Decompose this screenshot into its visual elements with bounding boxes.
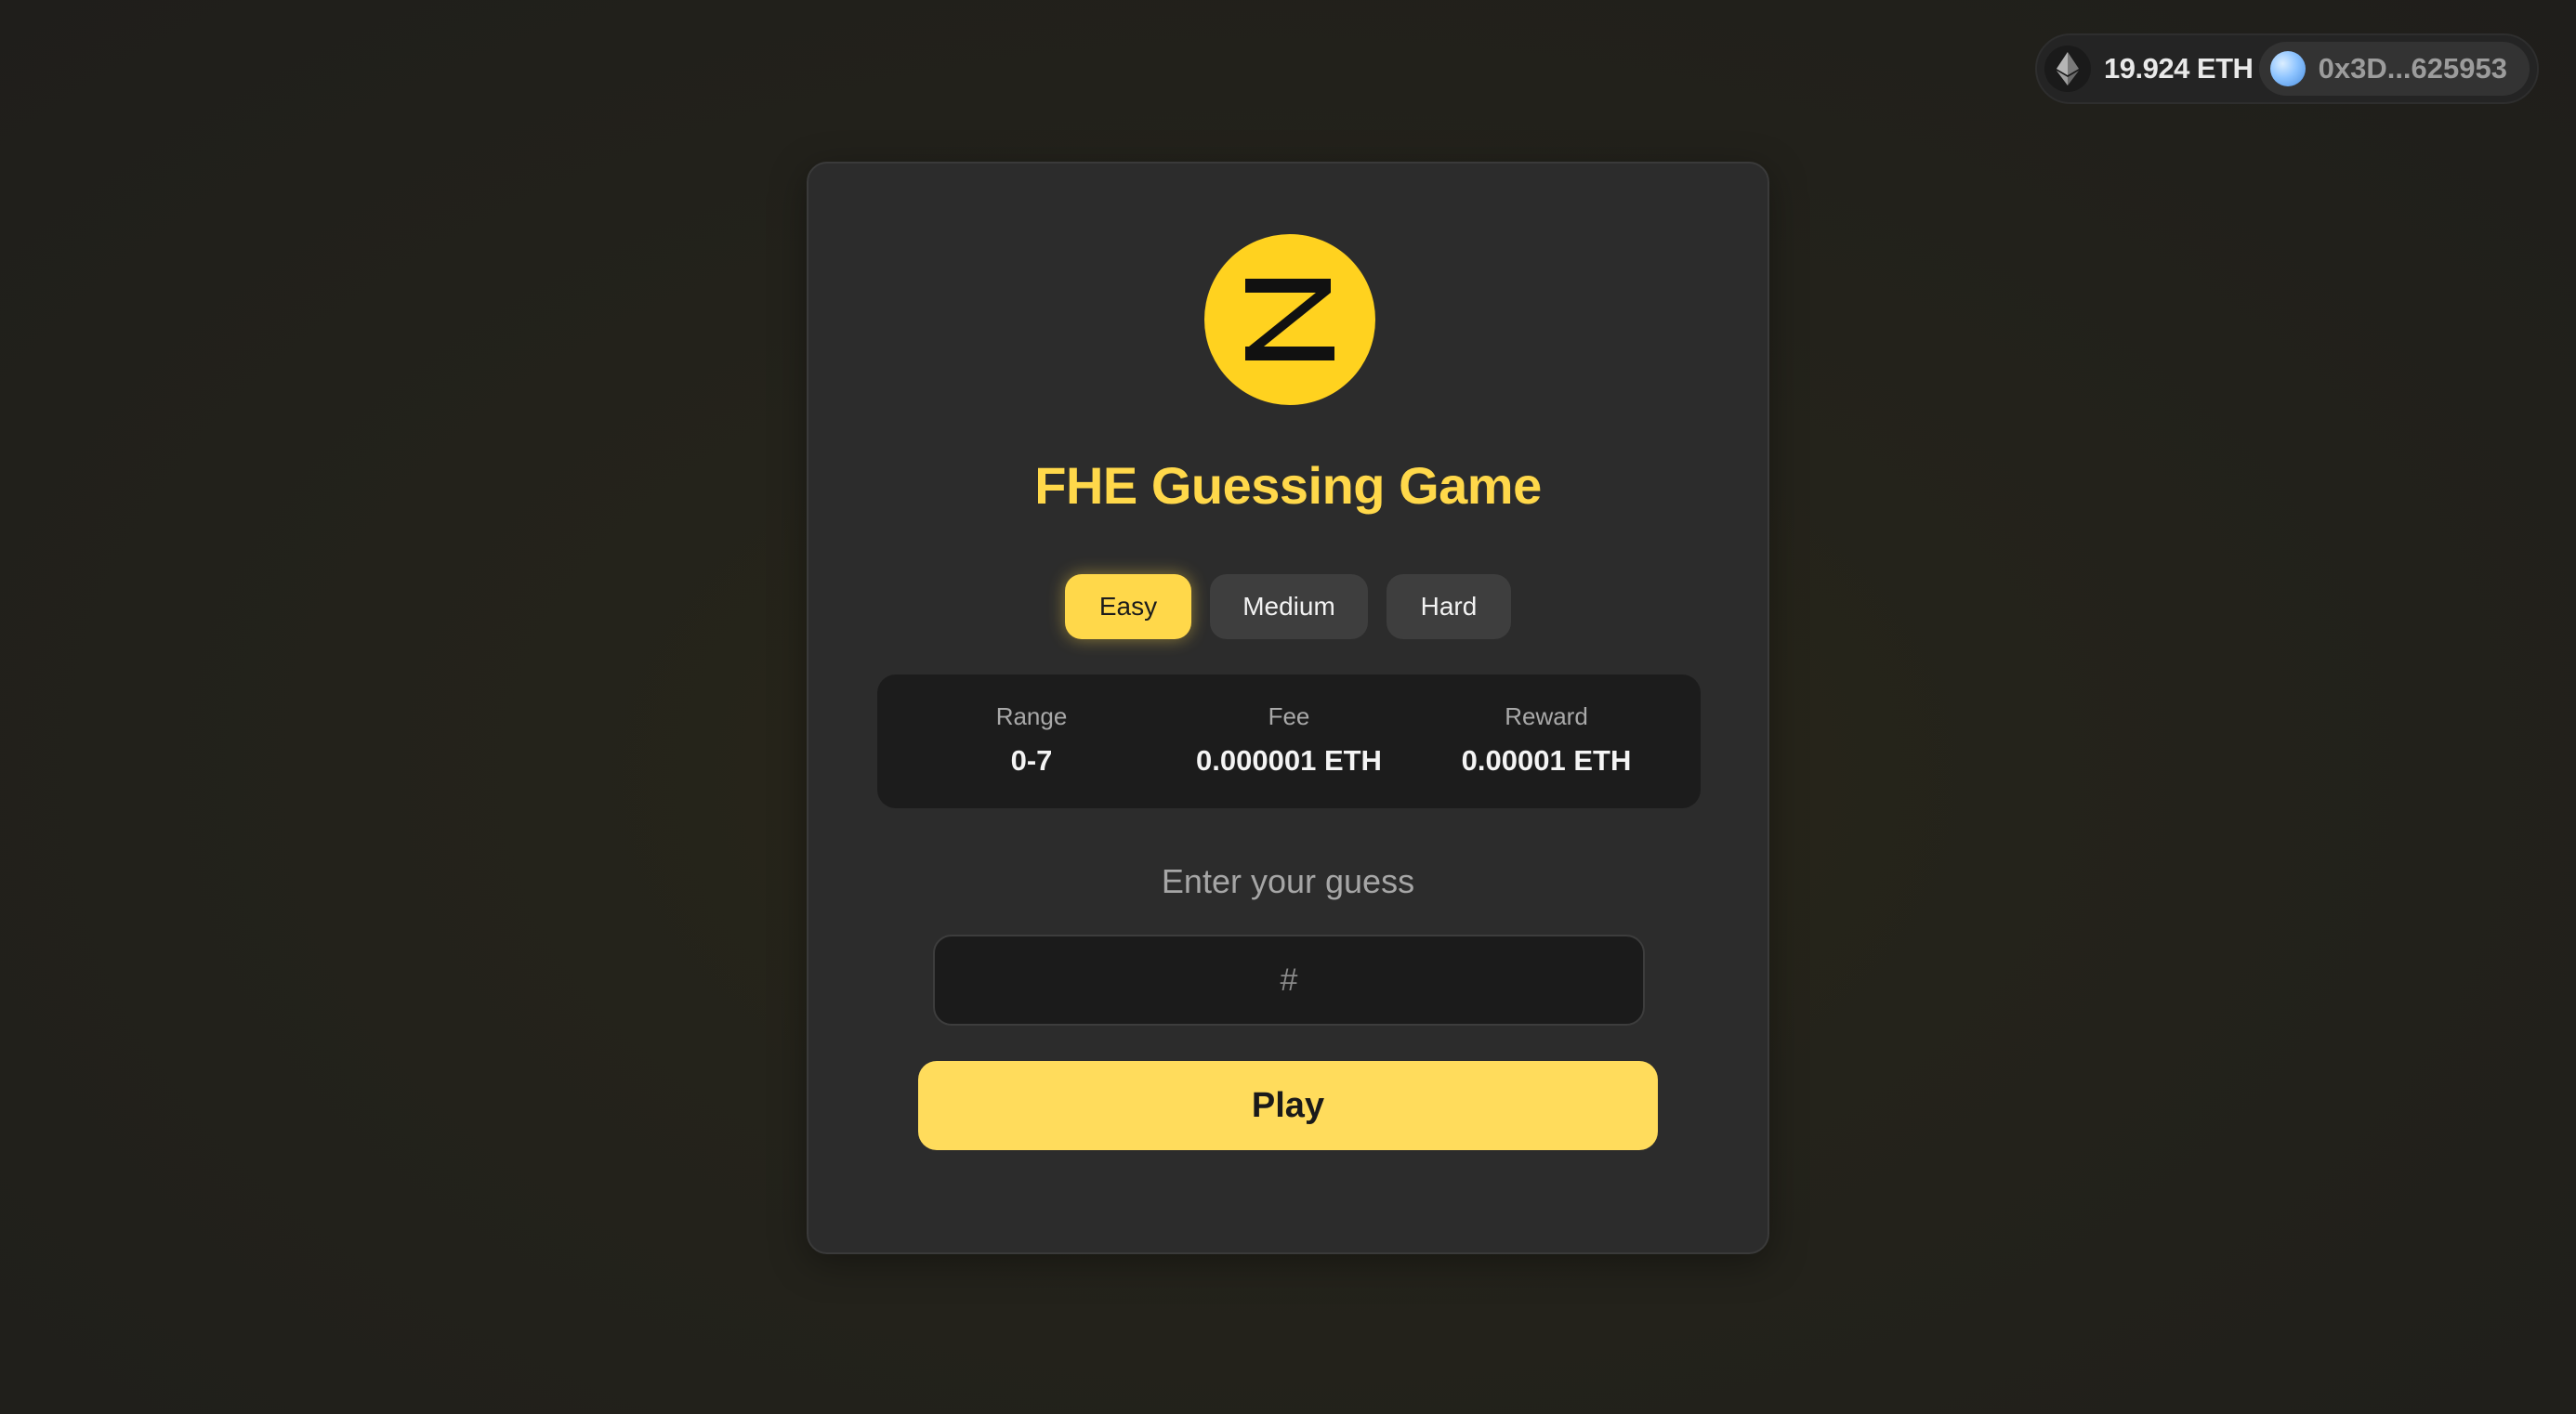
guess-label: Enter your guess [1161,862,1415,900]
fee-stat: Fee 0.000001 ETH [1168,702,1410,777]
range-stat: Range 0-7 [911,702,1152,777]
range-label: Range [995,702,1068,730]
account-avatar-icon [2269,51,2306,86]
zama-logo [1204,234,1375,405]
wallet-address: 0x3D...625953 [2318,52,2507,85]
guess-input[interactable] [933,935,1645,1026]
reward-stat: Reward 0.00001 ETH [1426,702,1667,777]
fee-value: 0.000001 ETH [1196,744,1382,777]
ethereum-icon [2044,46,2091,92]
play-button[interactable]: Play [918,1061,1658,1150]
reward-value: 0.00001 ETH [1461,744,1632,777]
account-button[interactable]: 0x3D...625953 [2258,42,2530,96]
range-value: 0-7 [1010,744,1053,777]
reward-label: Reward [1505,702,1588,730]
z-logo-icon [1245,279,1334,360]
game-stats-panel: Range 0-7 Fee 0.000001 ETH Reward 0.0000… [877,674,1701,808]
wallet-balance: 19.924 ETH [2104,52,2254,85]
game-title: FHE Guessing Game [1034,456,1542,515]
difficulty-easy-button[interactable]: Easy [1065,574,1191,639]
difficulty-hard-button[interactable]: Hard [1387,574,1511,639]
wallet-status[interactable]: 19.924 ETH 0x3D...625953 [2035,33,2539,104]
fee-label: Fee [1268,702,1310,730]
difficulty-medium-button[interactable]: Medium [1210,574,1368,639]
difficulty-selector: Easy Medium Hard [808,574,1768,639]
game-card: FHE Guessing Game Easy Medium Hard Range… [807,162,1769,1254]
